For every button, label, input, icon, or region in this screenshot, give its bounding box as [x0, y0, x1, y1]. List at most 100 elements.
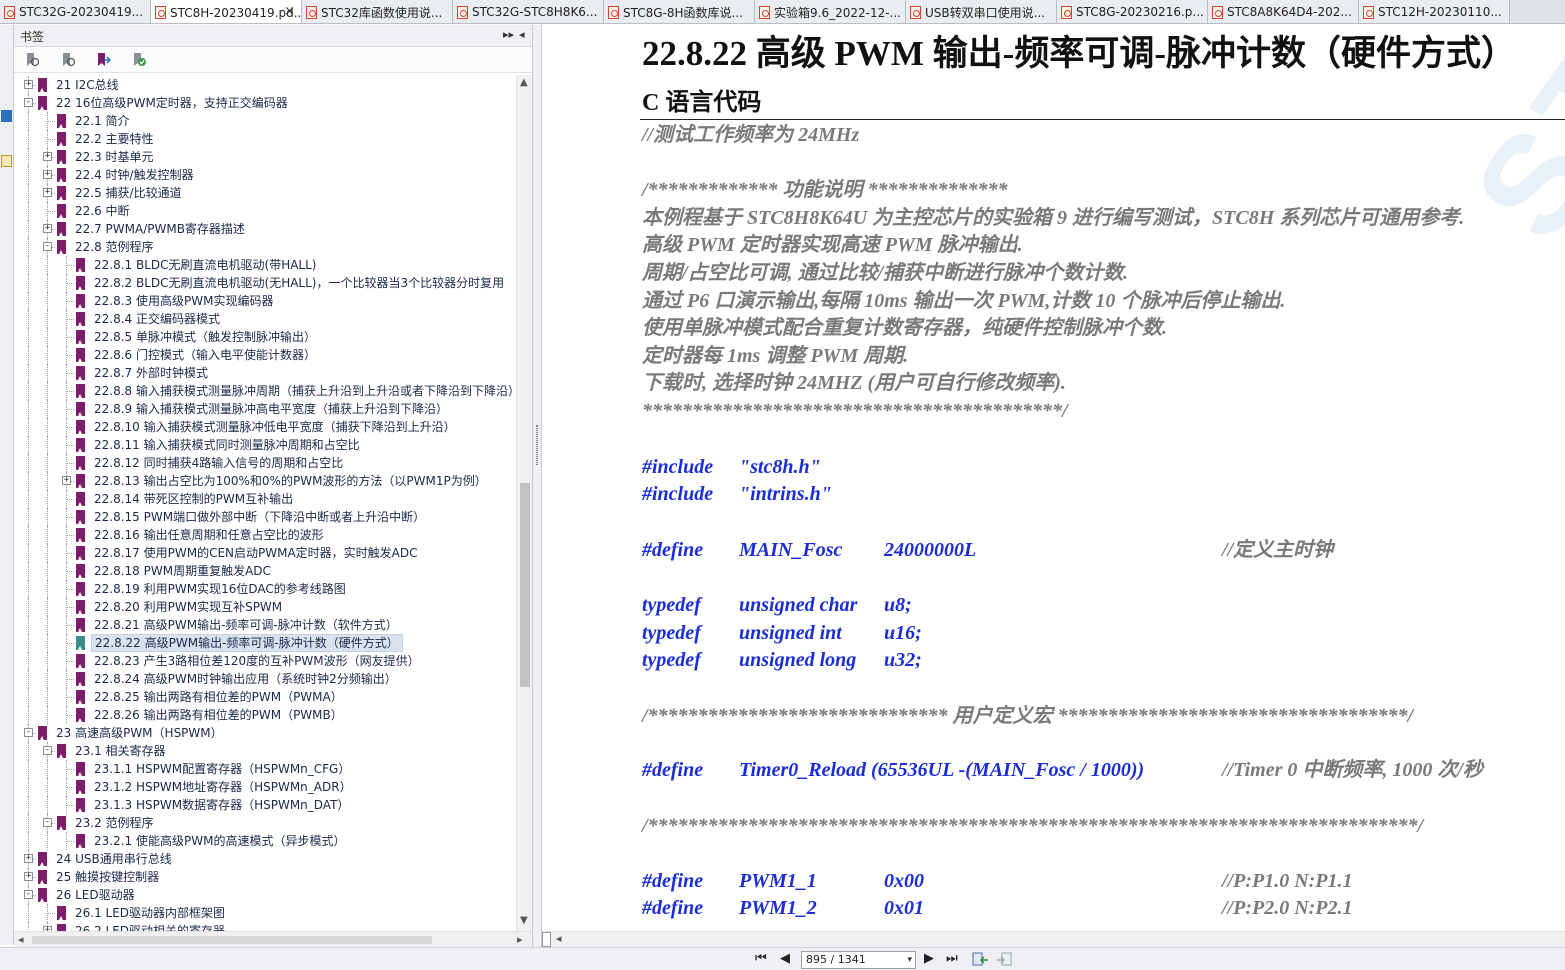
- expand-icon[interactable]: +: [43, 170, 52, 179]
- first-page-icon[interactable]: ⏮: [755, 951, 767, 966]
- bookmark-check-icon[interactable]: [131, 52, 147, 68]
- bookmark-expand-icon[interactable]: [60, 52, 76, 68]
- scroll-right-icon[interactable]: ▸: [517, 933, 523, 946]
- bookmark-item[interactable]: 22.8.7 外部时钟模式: [14, 364, 516, 382]
- expand-icon[interactable]: +: [24, 854, 33, 863]
- document-tab[interactable]: STC8G-20230216.p...: [1057, 0, 1208, 23]
- bookmark-item[interactable]: 22.8.26 输出两路有相位差的PWM（PWMB）: [14, 706, 516, 724]
- bookmark-item[interactable]: +22.3 时基单元: [14, 148, 516, 166]
- doc-scroll-left-icon[interactable]: ◂: [556, 932, 562, 945]
- bookmark-item[interactable]: +21 I2C总线: [14, 76, 516, 94]
- bookmark-item[interactable]: - 22.8 范例程序: [14, 238, 516, 256]
- bookmark-item[interactable]: 26.1 LED驱动器内部框架图: [14, 904, 516, 922]
- splitter-grip[interactable]: [536, 425, 538, 465]
- bookmark-item[interactable]: 22.8.17 使用PWM的CEN启动PWMA定时器，实时触发ADC: [14, 544, 516, 562]
- bookmark-item[interactable]: 22.2 主要特性: [14, 130, 516, 148]
- document-tab[interactable]: STC8G-8H函数库说...: [604, 0, 755, 23]
- bookmark-item[interactable]: 22.8.1 BLDC无刷直流电机驱动(带HALL): [14, 256, 516, 274]
- bookmark-item[interactable]: +22.5 捕获/比较通道: [14, 184, 516, 202]
- bookmark-item[interactable]: 22.8.5 单脉冲模式（触发控制脉冲输出）: [14, 328, 516, 346]
- document-tab[interactable]: STC32G-20230419...: [0, 0, 151, 23]
- previous-view-icon[interactable]: [972, 952, 989, 967]
- bookmark-item[interactable]: - 23 高速高级PWM（HSPWM）: [14, 724, 516, 742]
- bookmark-item[interactable]: 22.8.9 输入捕获模式测量脉冲高电平宽度（捕获上升沿到下降沿）: [14, 400, 516, 418]
- chevron-down-icon[interactable]: ▾: [907, 952, 912, 968]
- document-tab[interactable]: STC32库函数使用说...: [302, 0, 453, 23]
- document-tab[interactable]: STC8H-20230419.pd... ×: [151, 0, 302, 23]
- bookmarks-horizontal-scrollbar[interactable]: ◂ ▸: [14, 931, 532, 947]
- bookmark-goto-icon[interactable]: [95, 52, 111, 68]
- bookmark-item[interactable]: - 22 16位高级PWM定时器，支持正交编码器: [14, 94, 516, 112]
- close-tab-icon[interactable]: ×: [284, 4, 295, 19]
- bookmark-item[interactable]: +22.4 时钟/触发控制器: [14, 166, 516, 184]
- bookmark-item[interactable]: 22.8.23 产生3路相位差120度的互补PWM波形（网友提供）: [14, 652, 516, 670]
- bookmark-item[interactable]: 22.8.20 利用PWM实现互补SPWM: [14, 598, 516, 616]
- bookmark-item[interactable]: 22.8.11 输入捕获模式同时测量脉冲周期和占空比: [14, 436, 516, 454]
- collapse-icon[interactable]: -: [24, 728, 33, 737]
- bookmark-item[interactable]: 22.8.25 输出两路有相位差的PWM（PWMA）: [14, 688, 516, 706]
- bookmark-item[interactable]: 22.8.10 输入捕获模式测量脉冲低电平宽度（捕获下降沿到上升沿）: [14, 418, 516, 436]
- bookmark-item[interactable]: 22.8.15 PWM端口做外部中断（下降沿中断或者上升沿中断）: [14, 508, 516, 526]
- document-tab[interactable]: STC8A8K64D4-202...: [1208, 0, 1359, 23]
- bookmark-item[interactable]: 22.8.21 高级PWM输出-频率可调-脉冲计数（软件方式）: [14, 616, 516, 634]
- bookmark-item[interactable]: +22.8.13 输出占空比为100%和0%的PWM波形的方法（以PWM1P为例…: [14, 472, 516, 490]
- expand-icon[interactable]: +: [62, 476, 71, 485]
- document-tab[interactable]: STC12H-20230110...: [1359, 0, 1510, 23]
- bookmark-item[interactable]: +24 USB通用串行总线: [14, 850, 516, 868]
- bookmark-item[interactable]: 22.8.22 高级PWM输出-频率可调-脉冲计数（硬件方式）: [14, 634, 516, 652]
- next-view-icon[interactable]: [996, 952, 1013, 967]
- collapse-icon[interactable]: -: [24, 890, 33, 899]
- bookmark-item[interactable]: 22.8.4 正交编码器模式: [14, 310, 516, 328]
- collapse-icon[interactable]: -: [43, 746, 52, 755]
- pdf-page-view[interactable]: STC MC 22.8.22 高级 PWM 输出-频率可调-脉冲计数（硬件方式）…: [542, 25, 1565, 931]
- bookmark-item[interactable]: 22.6 中断: [14, 202, 516, 220]
- doc-scroll-box[interactable]: [542, 932, 551, 947]
- collapse-icon[interactable]: -: [43, 242, 52, 251]
- bookmark-item[interactable]: 23.1.1 HSPWM配置寄存器（HSPWMn_CFG）: [14, 760, 516, 778]
- expand-icon[interactable]: +: [24, 80, 33, 89]
- expand-icon[interactable]: +: [43, 188, 52, 197]
- bookmark-item[interactable]: 22.8.2 BLDC无刷直流电机驱动(无HALL)，一个比较器当3个比较器分时…: [14, 274, 516, 292]
- collapse-icon[interactable]: -: [24, 98, 33, 107]
- bookmark-item[interactable]: 22.8.6 门控模式（输入电平使能计数器）: [14, 346, 516, 364]
- bookmark-item[interactable]: - 23.2 范例程序: [14, 814, 516, 832]
- expand-icon[interactable]: +: [24, 872, 33, 881]
- bookmark-item[interactable]: 23.1.2 HSPWM地址寄存器（HSPWMn_ADR）: [14, 778, 516, 796]
- scroll-up-icon[interactable]: ▲: [520, 77, 528, 88]
- bookmark-options-icon[interactable]: [24, 52, 40, 68]
- bookmark-item[interactable]: - 23.1 相关寄存器: [14, 742, 516, 760]
- bookmark-item[interactable]: 22.8.18 PWM周期重复触发ADC: [14, 562, 516, 580]
- document-tab[interactable]: USB转双串口使用说...: [906, 0, 1057, 23]
- bookmark-item[interactable]: 22.8.8 输入捕获模式测量脉冲周期（捕获上升沿到上升沿或者下降沿到下降沿）: [14, 382, 516, 400]
- expand-icon[interactable]: +: [43, 152, 52, 161]
- bookmark-item[interactable]: - 26 LED驱动器: [14, 886, 516, 904]
- bookmark-item[interactable]: 22.8.12 同时捕获4路输入信号的周期和占空比: [14, 454, 516, 472]
- bookmarks-hscroll-thumb[interactable]: [32, 936, 432, 944]
- panel-close-icon[interactable]: ◂: [519, 28, 525, 41]
- last-page-icon[interactable]: ⏭: [946, 951, 958, 966]
- bookmark-item[interactable]: 23.1.3 HSPWM数据寄存器（HSPWMn_DAT）: [14, 796, 516, 814]
- expand-icon[interactable]: +: [43, 224, 52, 233]
- bookmark-item[interactable]: 22.8.3 使用高级PWM实现编码器: [14, 292, 516, 310]
- scroll-left-icon[interactable]: ◂: [18, 933, 24, 946]
- page-number-field[interactable]: 895 / 1341 ▾: [801, 951, 916, 969]
- bookmarks-rail-icon[interactable]: [1, 110, 12, 122]
- bookmark-item[interactable]: +22.7 PWMA/PWMB寄存器描述: [14, 220, 516, 238]
- bookmark-item[interactable]: 22.8.14 带死区控制的PWM互补输出: [14, 490, 516, 508]
- pages-rail-icon[interactable]: [1, 155, 12, 167]
- bookmarks-vertical-scrollbar[interactable]: ▲ ▼: [516, 75, 532, 931]
- panel-collapse-icon[interactable]: ▸▸: [503, 28, 514, 41]
- bookmark-item[interactable]: 22.8.16 输出任意周期和任意占空比的波形: [14, 526, 516, 544]
- bookmark-item[interactable]: 22.8.19 利用PWM实现16位DAC的参考线路图: [14, 580, 516, 598]
- next-page-icon[interactable]: ▶: [924, 951, 934, 966]
- scroll-down-icon[interactable]: ▼: [520, 915, 528, 926]
- previous-page-icon[interactable]: ◀: [780, 951, 790, 966]
- panel-splitter[interactable]: [532, 25, 542, 947]
- bookmark-item[interactable]: 23.2.1 使能高级PWM的高速模式（异步模式）: [14, 832, 516, 850]
- document-tab[interactable]: 实验箱9.6_2022-12-...: [755, 0, 906, 23]
- collapse-icon[interactable]: -: [43, 818, 52, 827]
- bookmark-item[interactable]: 22.8.24 高级PWM时钟输出应用（系统时钟2分频输出）: [14, 670, 516, 688]
- document-tab[interactable]: STC32G-STC8H8K6...: [453, 0, 604, 23]
- bookmarks-scroll-thumb[interactable]: [520, 483, 530, 687]
- document-horizontal-scrollbar[interactable]: ◂: [542, 931, 1565, 947]
